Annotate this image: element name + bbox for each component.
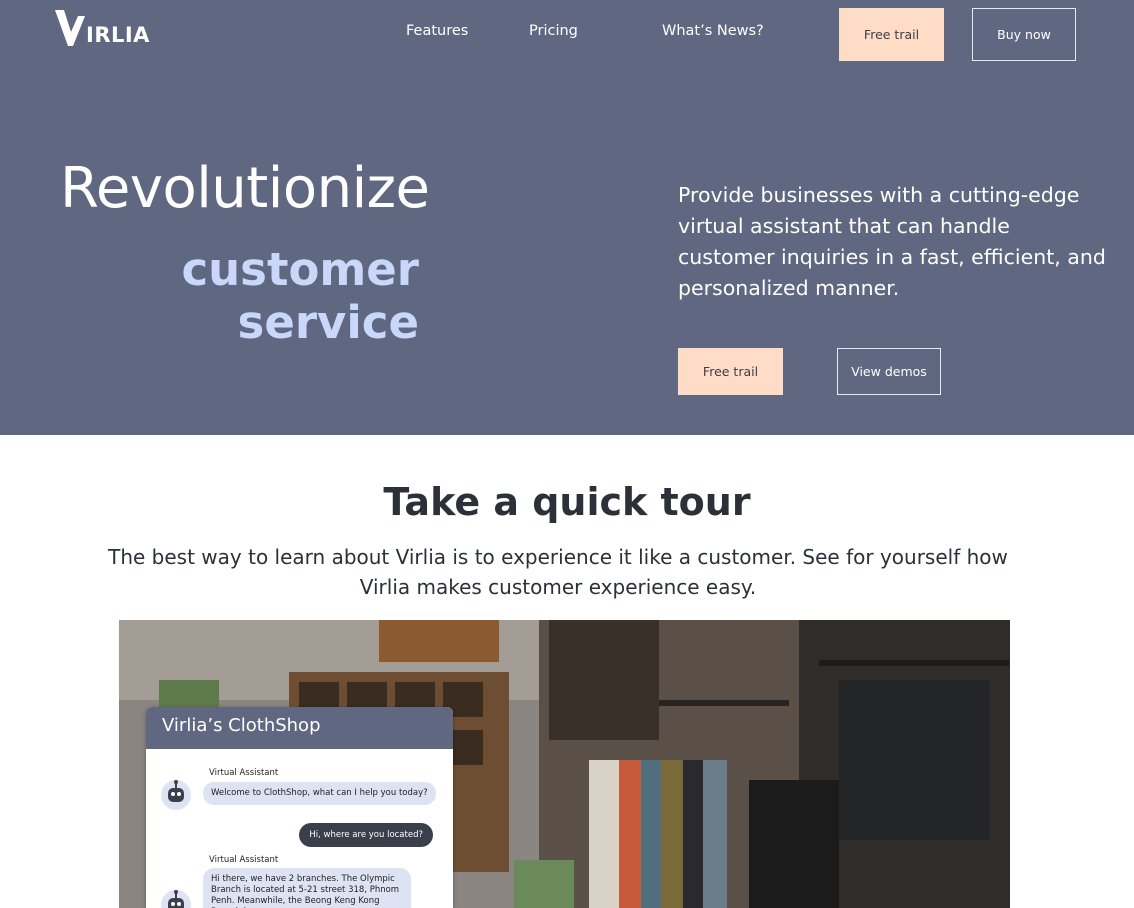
nav-link-features[interactable]: Features (406, 23, 468, 39)
nav-free-trial-button[interactable]: Free trail (839, 8, 944, 61)
chat-messages: Virtual Assistant Welcome to ClothShop, … (146, 749, 453, 908)
nav-link-whats-news[interactable]: What’s News? (662, 23, 764, 39)
hero-headline-customer-service: customer service (181, 243, 419, 349)
hero-view-demos-button[interactable]: View demos (837, 348, 941, 395)
brand-name: IRLIA (86, 23, 150, 47)
tour-title: Take a quick tour (383, 480, 751, 524)
hero-headline-customer: customer (181, 243, 419, 296)
nav-link-pricing[interactable]: Pricing (529, 23, 578, 39)
message-sender: Virtual Assistant (209, 768, 279, 778)
brand-logo[interactable]: IRLIA (55, 10, 150, 46)
chat-widget[interactable]: Virlia’s ClothShop Virtual Assistant Wel… (146, 707, 453, 908)
hero-description: Provide businesses with a cutting-edge v… (678, 183, 1106, 300)
bot-message: Hi there, we have 2 branches. The Olympi… (203, 868, 411, 908)
message-sender: Virtual Assistant (209, 855, 279, 865)
tour-subtitle: The best way to learn about Virlia is to… (108, 545, 1008, 599)
clothing-store-photo: Virlia’s ClothShop Virtual Assistant Wel… (119, 620, 1010, 908)
user-message: Hi, where are you located? (299, 823, 433, 847)
v-logo-mark-icon (55, 10, 85, 46)
robot-avatar-icon (161, 780, 191, 810)
hero-free-trial-button[interactable]: Free trail (678, 348, 783, 395)
chat-header-title: Virlia’s ClothShop (146, 707, 453, 749)
hero-headline-revolutionize: Revolutionize (60, 156, 430, 221)
hero-section: IRLIA Features Pricing What’s News? Free… (0, 0, 1134, 435)
bot-message: Welcome to ClothShop, what can I help yo… (203, 782, 436, 805)
nav-buy-now-button[interactable]: Buy now (972, 8, 1076, 61)
hero-headline-service: service (237, 296, 419, 349)
robot-avatar-icon (161, 890, 191, 908)
